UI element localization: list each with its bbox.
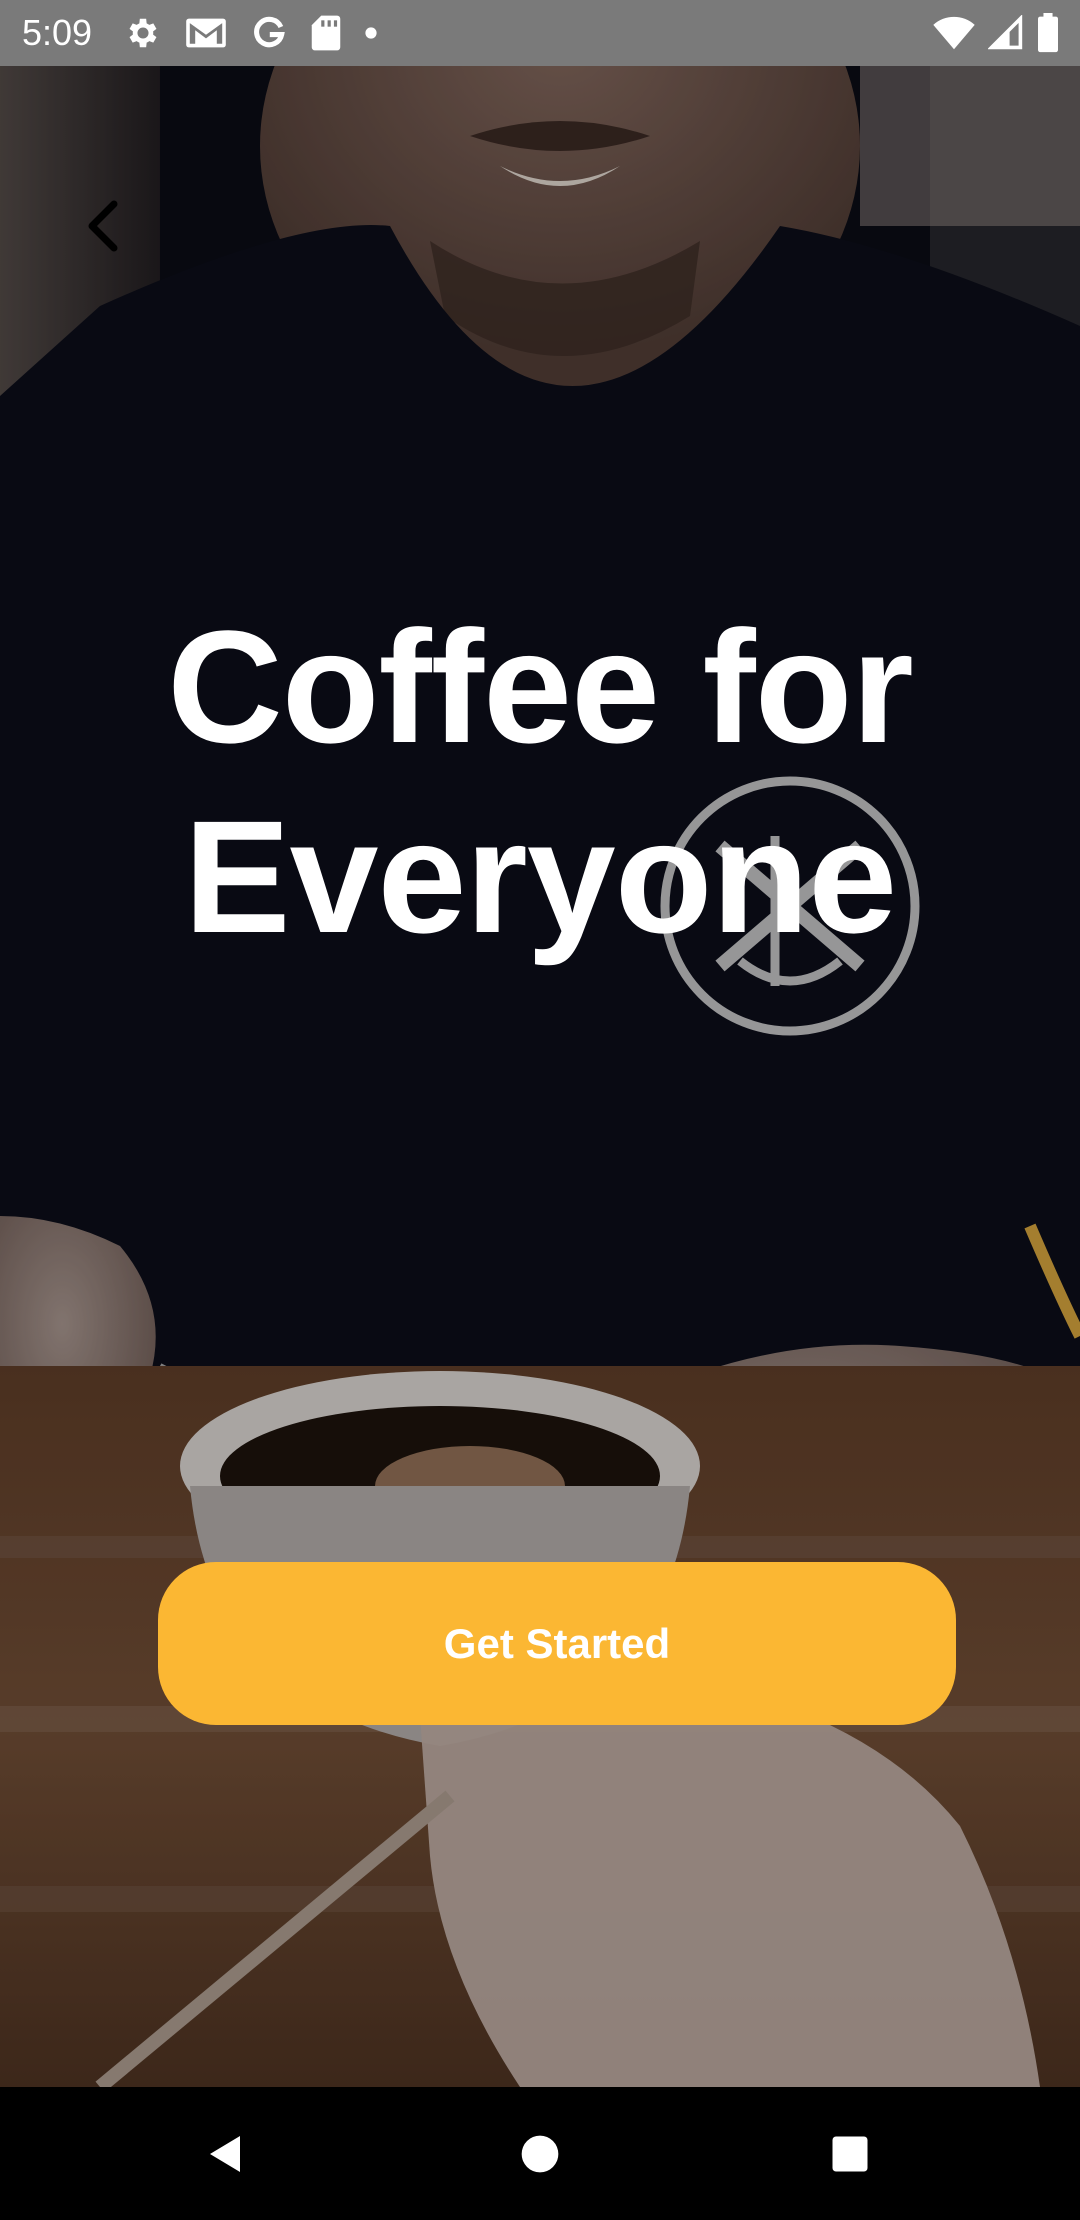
wifi-icon	[932, 15, 976, 51]
navigation-bar	[0, 2087, 1080, 2220]
notification-dot-icon	[364, 26, 378, 40]
gear-icon	[124, 14, 162, 52]
gmail-icon	[184, 15, 228, 51]
get-started-button[interactable]: Get Started	[158, 1562, 956, 1725]
status-right-icons	[932, 12, 1060, 54]
home-circle-icon	[521, 2135, 559, 2172]
hero-dim-overlay	[0, 66, 1080, 2087]
back-button[interactable]	[78, 196, 128, 256]
status-left-icons	[124, 12, 378, 54]
google-icon	[250, 14, 288, 52]
headline: Coffee for Everyone	[0, 592, 1080, 972]
nav-home-button[interactable]	[480, 2087, 600, 2220]
recents-square-icon	[832, 2136, 868, 2171]
chevron-left-icon	[88, 200, 118, 252]
status-bar: 5:09	[0, 0, 1080, 66]
hero-background-photo: Coffee for Everyone Get Started	[0, 66, 1080, 2087]
nav-back-button[interactable]	[166, 2087, 286, 2220]
status-time: 5:09	[22, 12, 93, 53]
battery-icon	[1036, 13, 1060, 53]
headline-line-1: Coffee for	[167, 597, 914, 776]
back-triangle-icon	[210, 2135, 240, 2172]
headline-line-2: Everyone	[183, 787, 897, 966]
nav-recents-button[interactable]	[790, 2087, 910, 2220]
sd-card-icon	[310, 14, 342, 52]
cellular-signal-icon	[988, 15, 1024, 51]
screen: 5:09 Coffee for Everyone Get Started	[0, 0, 1080, 2220]
